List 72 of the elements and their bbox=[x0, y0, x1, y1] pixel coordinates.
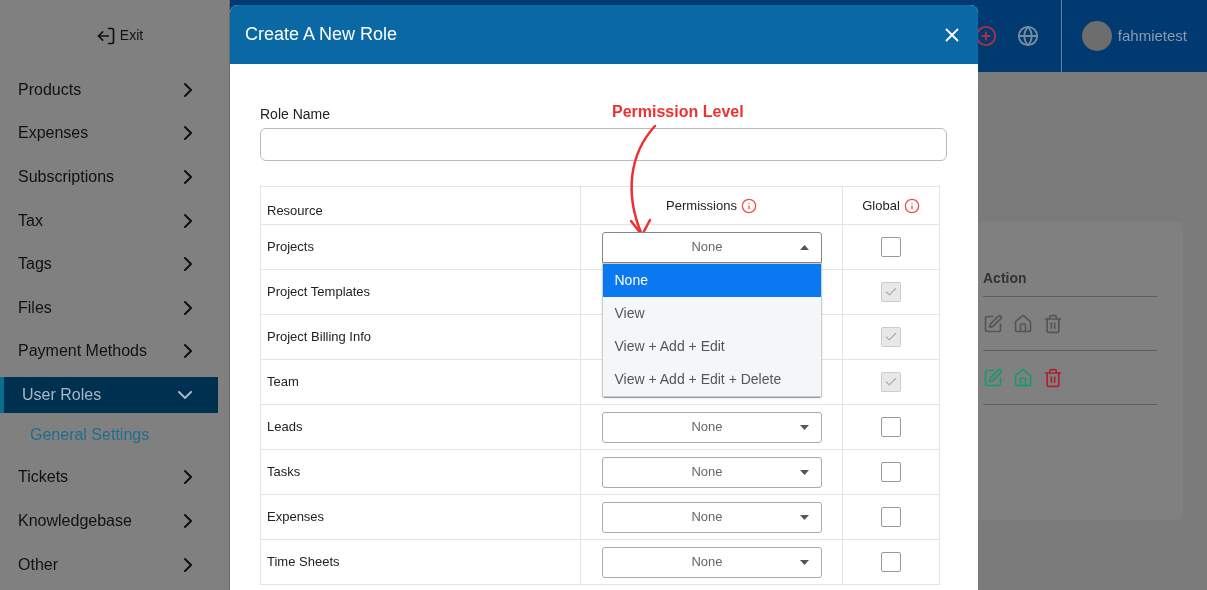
dropdown-option[interactable]: View + Add + Edit bbox=[602, 329, 821, 363]
sidebar-item[interactable]: Products bbox=[0, 71, 218, 108]
chevron-icon bbox=[184, 344, 192, 359]
chevron-icon bbox=[178, 391, 192, 400]
home-icon[interactable] bbox=[1013, 367, 1033, 388]
chevron-icon bbox=[184, 82, 192, 97]
edit-icon[interactable] bbox=[983, 367, 1003, 388]
info-icon[interactable] bbox=[903, 197, 920, 214]
chevron-icon bbox=[184, 126, 192, 141]
permission-select[interactable]: None bbox=[601, 231, 822, 263]
sidebar-item[interactable]: Subscriptions bbox=[0, 158, 218, 196]
sidebar-item[interactable]: Payment Methods bbox=[0, 333, 218, 370]
table-cell: Time Sheets bbox=[260, 539, 581, 585]
caret-icon bbox=[799, 559, 809, 565]
field-label: Role Name bbox=[260, 106, 331, 122]
permission-select[interactable]: None bbox=[601, 546, 822, 578]
table-cell: Expenses bbox=[260, 494, 581, 540]
chevron-icon bbox=[184, 514, 192, 529]
chevron-icon bbox=[184, 213, 192, 228]
caret-icon bbox=[799, 469, 809, 475]
chevron-icon bbox=[184, 300, 192, 315]
exit-button[interactable]: Exit bbox=[95, 25, 144, 47]
permission-select[interactable]: None bbox=[601, 501, 822, 533]
sidebar-item[interactable]: Files bbox=[0, 289, 218, 327]
caret-icon bbox=[799, 514, 809, 520]
chevron-icon bbox=[184, 257, 192, 272]
caret-icon bbox=[799, 244, 809, 250]
sidebar-item[interactable]: User Roles bbox=[0, 376, 218, 414]
global-checkbox[interactable] bbox=[881, 552, 901, 572]
column-header: Action bbox=[983, 268, 1027, 288]
global-checkbox[interactable] bbox=[881, 237, 901, 257]
table-cell: Tasks bbox=[260, 449, 581, 495]
sidebar-item[interactable]: Expenses bbox=[0, 114, 218, 152]
modal-title: Create A New Role bbox=[245, 23, 399, 46]
check-icon bbox=[884, 375, 898, 389]
global-checkbox[interactable] bbox=[881, 462, 901, 482]
info-icon[interactable] bbox=[740, 197, 757, 214]
globe-icon[interactable] bbox=[1016, 25, 1039, 47]
global-checkbox[interactable] bbox=[881, 507, 901, 527]
edit-icon[interactable] bbox=[983, 313, 1003, 334]
dropdown-option[interactable]: None bbox=[602, 263, 821, 297]
sidebar-item[interactable]: Other bbox=[0, 546, 218, 584]
trash-icon[interactable] bbox=[1043, 367, 1063, 388]
table-cell: Project Templates bbox=[260, 269, 581, 315]
table-cell: Projects bbox=[260, 224, 581, 270]
table-cell: Project Billing Info bbox=[260, 314, 581, 360]
dropdown-option[interactable]: View bbox=[602, 296, 821, 330]
table-cell: Leads bbox=[260, 404, 581, 450]
avatar[interactable] bbox=[1081, 21, 1112, 51]
username[interactable]: fahmietest bbox=[1117, 24, 1187, 48]
permission-select[interactable]: None bbox=[601, 411, 822, 443]
check-icon bbox=[884, 330, 898, 344]
role-name-field[interactable] bbox=[260, 128, 947, 161]
chevron-icon bbox=[184, 557, 192, 572]
trash-icon[interactable] bbox=[1043, 313, 1063, 334]
sidebar-item[interactable]: Tickets bbox=[0, 459, 218, 496]
sidebar-item[interactable]: Tags bbox=[0, 245, 218, 283]
sidebar-item[interactable]: Tax bbox=[0, 202, 218, 239]
annotation-label: Permission Level bbox=[612, 102, 744, 122]
chevron-icon bbox=[184, 470, 192, 485]
global-checkbox[interactable] bbox=[881, 417, 901, 437]
chevron-icon bbox=[184, 169, 192, 184]
table-cell: Team bbox=[260, 359, 581, 405]
home-icon[interactable] bbox=[1013, 313, 1033, 334]
permission-select[interactable]: None bbox=[601, 456, 822, 488]
caret-icon bbox=[799, 424, 809, 430]
column-header: Permissions bbox=[666, 196, 737, 215]
column-header: Global bbox=[862, 196, 900, 215]
check-icon bbox=[884, 285, 898, 299]
column-header: Resource bbox=[260, 186, 581, 225]
sidebar-item[interactable]: Knowledgebase bbox=[0, 502, 218, 540]
exit-icon bbox=[95, 25, 116, 46]
